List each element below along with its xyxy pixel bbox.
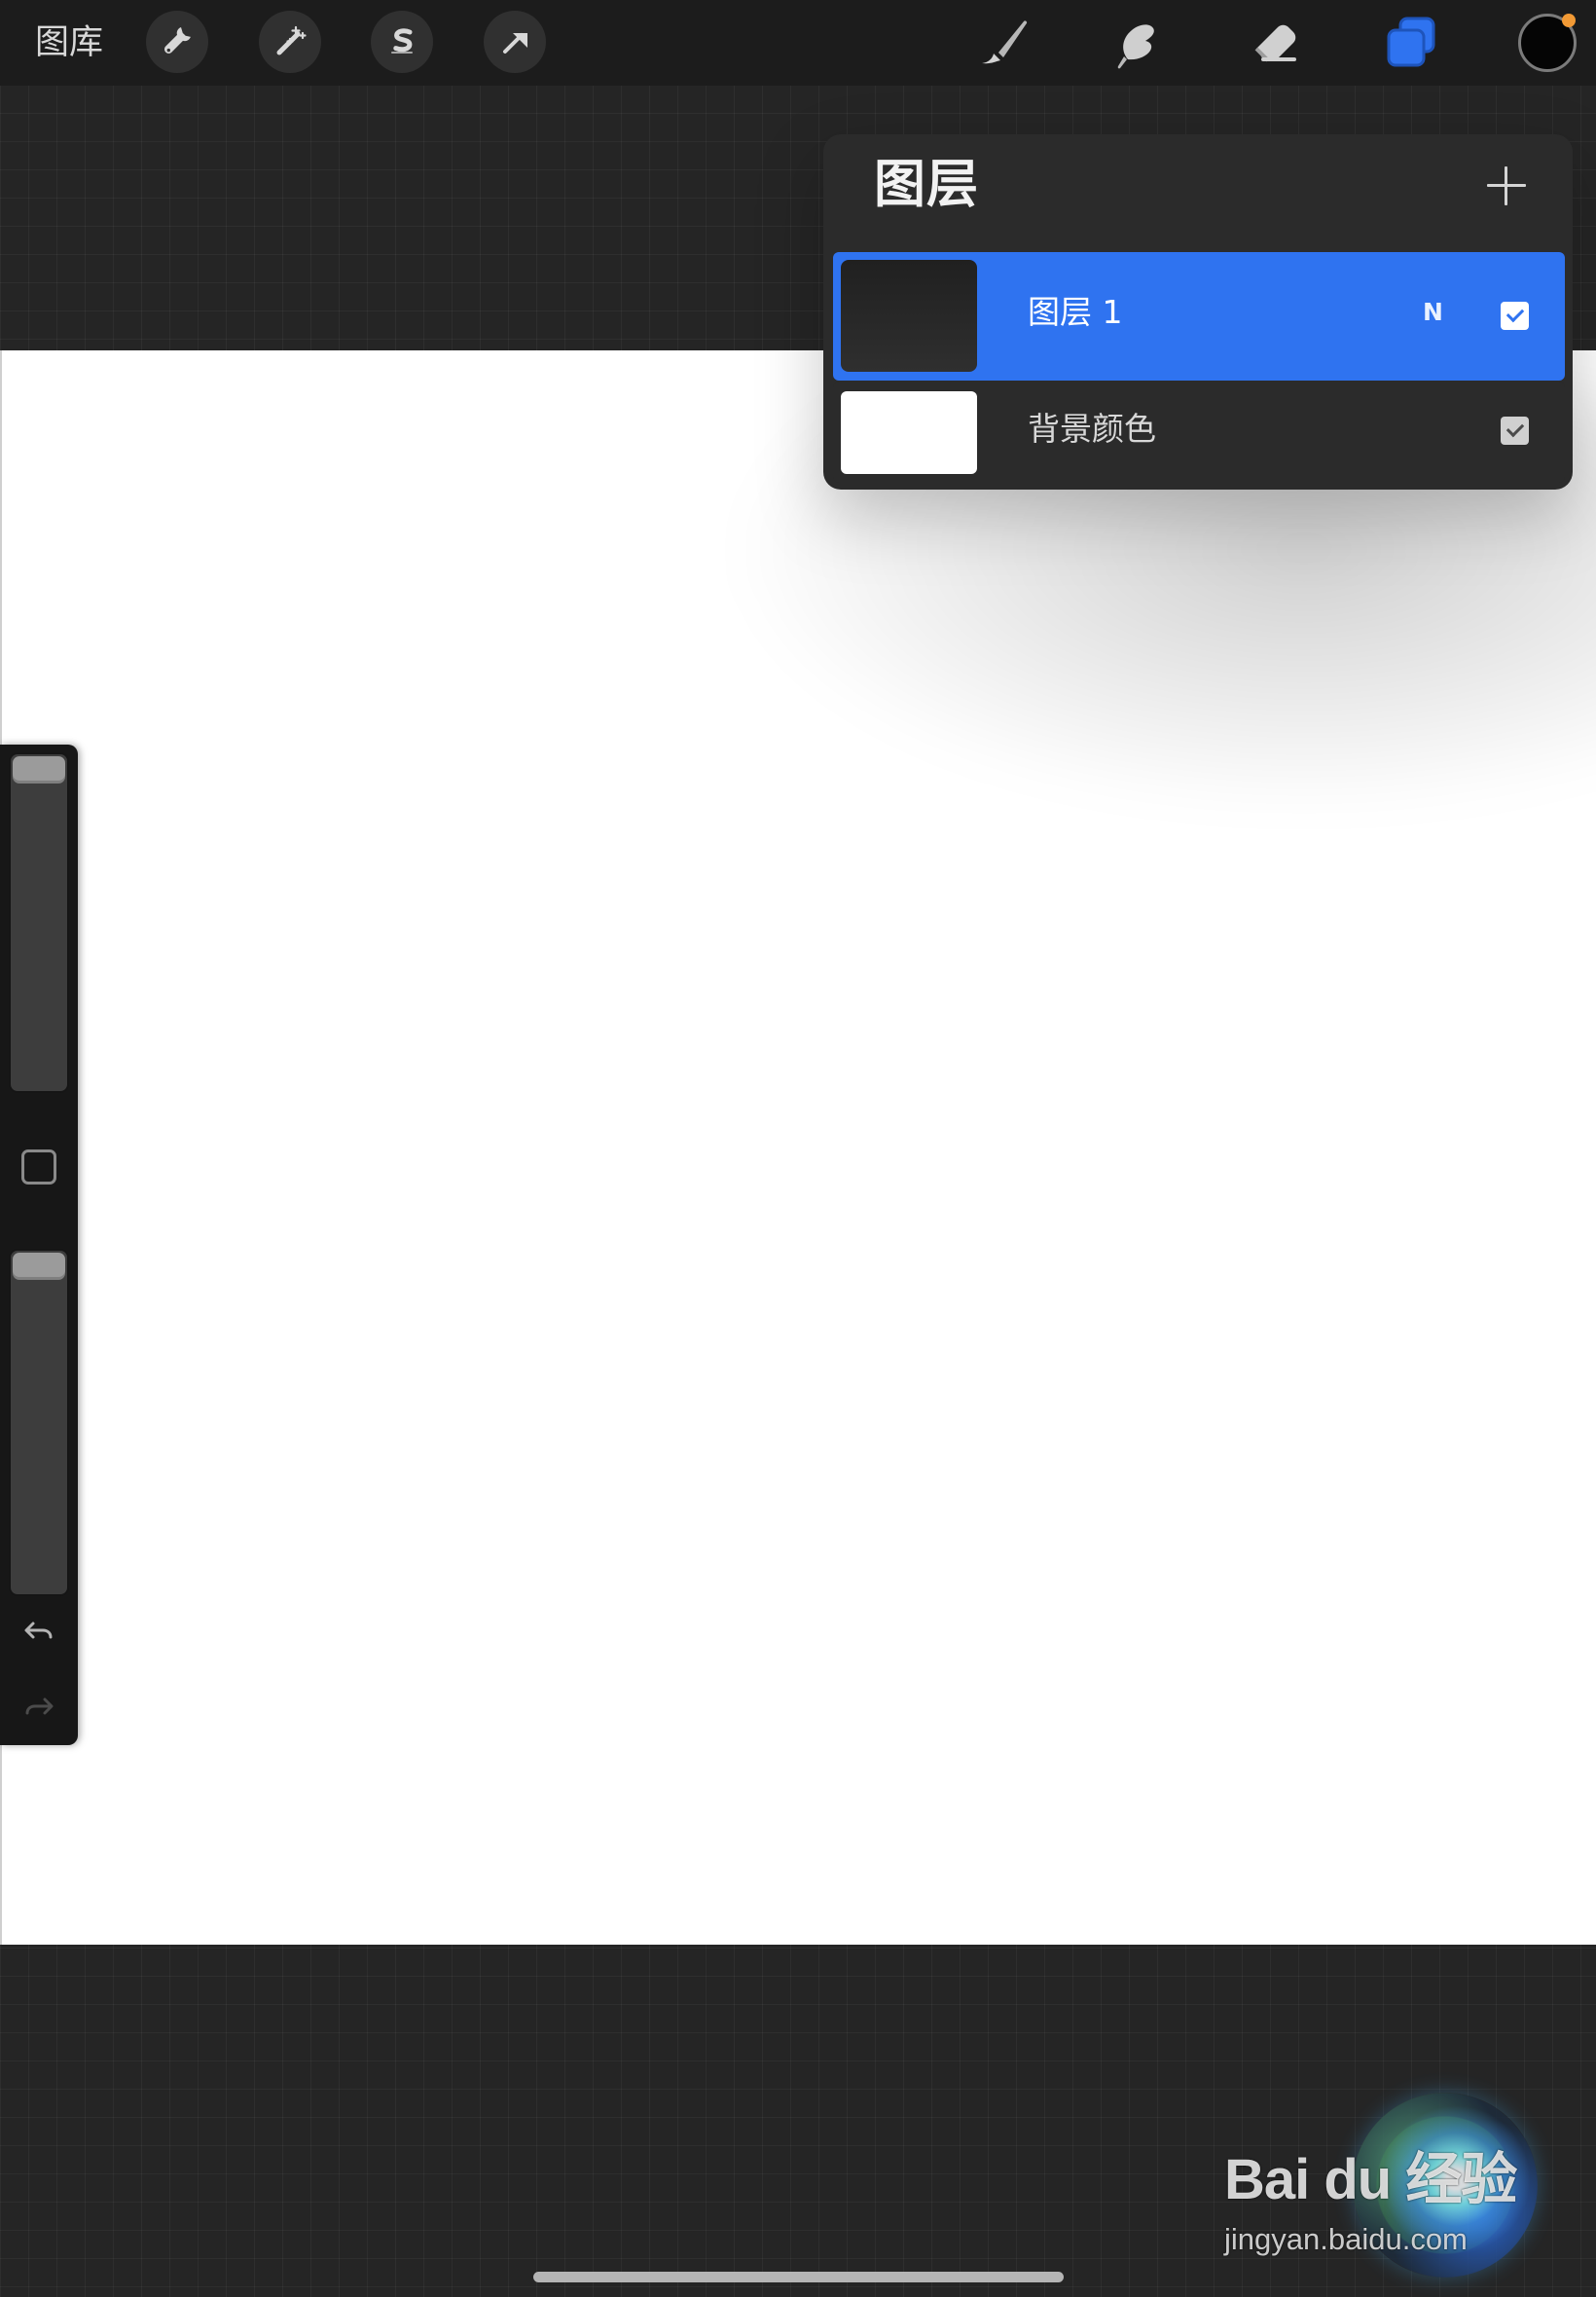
drawing-canvas[interactable] [0, 350, 1596, 1945]
gallery-button[interactable]: 图库 [35, 21, 103, 64]
background-thumbnail [841, 391, 977, 474]
layer-visibility-checkbox[interactable] [1501, 302, 1529, 330]
selection-button[interactable] [371, 11, 433, 73]
brush-size-slider-thumb[interactable] [13, 756, 65, 784]
layers-panel-title: 图层 [874, 155, 979, 214]
redo-icon [20, 1688, 57, 1729]
wrench-button[interactable] [146, 11, 208, 73]
layer-thumbnail [841, 260, 977, 372]
opacity-slider-thumb[interactable] [13, 1253, 65, 1280]
side-toolbar [0, 745, 78, 1745]
smudge-tool-button[interactable] [1106, 10, 1172, 76]
layer-name: 图层 1 [1028, 293, 1123, 331]
top-toolbar: 图库 [0, 0, 1596, 86]
brush-tool-button[interactable] [971, 10, 1037, 76]
smudge-icon [1104, 8, 1174, 78]
brush-size-slider[interactable] [9, 752, 69, 1093]
adjustments-button[interactable] [259, 11, 321, 73]
eraser-tool-button[interactable] [1242, 10, 1308, 76]
layers-panel: 图层 图层 1 N 背景颜色 [823, 134, 1573, 490]
background-visibility-checkbox[interactable] [1501, 417, 1529, 445]
layers-icon [1377, 9, 1445, 77]
home-indicator[interactable] [533, 2272, 1064, 2282]
modify-button[interactable] [21, 1149, 56, 1185]
layers-tool-button[interactable] [1378, 10, 1444, 76]
redo-button[interactable] [18, 1687, 60, 1730]
background-layer-name: 背景颜色 [1028, 410, 1156, 448]
move-arrow-icon [493, 20, 536, 63]
selection-s-icon [381, 20, 423, 63]
watermark-site: jingyan.baidu.com [1224, 2222, 1468, 2256]
color-indicator-dot [1562, 14, 1576, 27]
wrench-icon [156, 20, 199, 63]
opacity-slider[interactable] [9, 1249, 69, 1596]
baidu-jingyan-watermark: Bai du 经验 jingyan.baidu.com [1224, 2093, 1545, 2278]
layer-row-layer-1[interactable]: 图层 1 N [833, 252, 1565, 381]
brush-icon [970, 9, 1038, 77]
magic-wand-icon [268, 19, 312, 64]
transform-button[interactable] [484, 11, 546, 73]
watermark-brand: Bai du 经验 [1224, 2148, 1517, 2211]
undo-button[interactable] [18, 1611, 60, 1654]
add-layer-button[interactable] [1481, 161, 1532, 211]
siri-orb-icon [1353, 2093, 1538, 2278]
undo-icon [20, 1612, 57, 1653]
eraser-icon [1240, 8, 1310, 78]
procreate-app: 图库 图层 图层 1 N 背景颜色 Bai du 经验 jingyan.baid… [0, 0, 1596, 2297]
layer-row-background-color[interactable]: 背景颜色 [833, 382, 1565, 483]
layer-blend-mode[interactable]: N [1423, 296, 1443, 329]
